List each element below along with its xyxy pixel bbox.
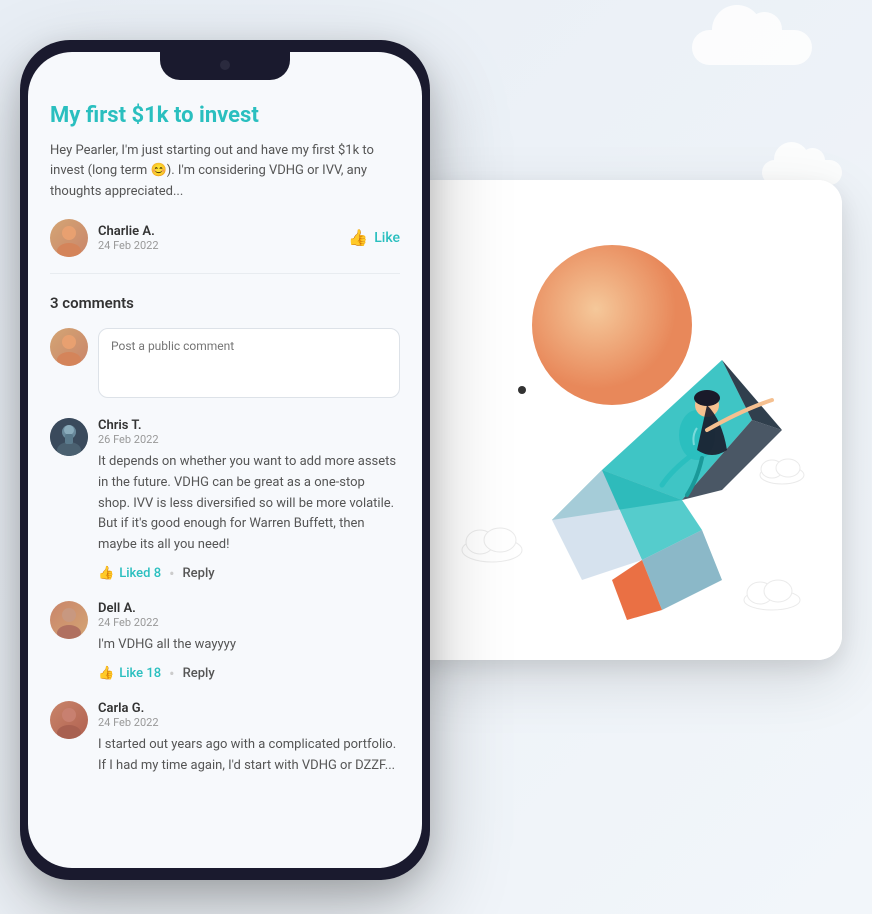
post-body: Hey Pearler, I'm just starting out and h… [50,141,400,203]
liked-label: Liked 8 [119,566,161,581]
comment-text: It depends on whether you want to add mo… [98,452,400,556]
comment-input[interactable] [98,328,400,398]
like-button[interactable]: 👍 Like [348,228,400,247]
separator: • [169,664,174,683]
comment-item: Carla G. 24 Feb 2022 I started out years… [50,701,400,785]
comment-actions: 👍 Like 18 • Reply [98,664,400,683]
comment-author: Dell A. [98,601,400,616]
comments-header: 3 comments [50,294,400,312]
author-name: Charlie A. [98,224,159,239]
avatar [50,601,88,639]
comment-item: Dell A. 24 Feb 2022 I'm VDHG all the way… [50,601,400,683]
post-meta: Charlie A. 24 Feb 2022 👍 Like [50,219,400,274]
avatar [50,418,88,456]
comment-body: Chris T. 26 Feb 2022 It depends on wheth… [98,418,400,583]
author-date: 24 Feb 2022 [98,239,159,252]
liked-button[interactable]: 👍 Liked 8 [98,566,161,581]
comment-date: 26 Feb 2022 [98,433,400,446]
reply-button[interactable]: Reply [183,566,215,581]
separator: • [169,564,174,583]
liked-label: Like 18 [119,666,161,681]
comment-author: Carla G. [98,701,400,716]
current-user-avatar [50,328,88,366]
like-label: Like [374,230,400,246]
author-details: Charlie A. 24 Feb 2022 [98,224,159,252]
avatar [50,701,88,739]
comment-text: I'm VDHG all the wayyyy [98,635,400,656]
reply-button[interactable]: Reply [183,666,215,681]
comment-body: Dell A. 24 Feb 2022 I'm VDHG all the way… [98,601,400,683]
post-author-info: Charlie A. 24 Feb 2022 [50,219,159,257]
liked-button[interactable]: 👍 Like 18 [98,666,161,681]
comment-date: 24 Feb 2022 [98,716,400,729]
phone-notch [160,52,290,80]
comment-input-area [50,328,400,398]
phone-mockup: My first $1k to invest Hey Pearler, I'm … [20,40,430,880]
post-title: My first $1k to invest [50,102,400,131]
cloud-decoration-1 [692,30,812,65]
scene: My first $1k to invest Hey Pearler, I'm … [0,0,872,914]
comment-text: I started out years ago with a complicat… [98,735,400,777]
avatar [50,219,88,257]
illustration-card [402,180,842,660]
comment-date: 24 Feb 2022 [98,616,400,629]
thumbs-up-icon: 👍 [98,666,114,681]
comment-item: Chris T. 26 Feb 2022 It depends on wheth… [50,418,400,583]
thumbs-up-icon: 👍 [348,228,368,247]
thumbs-up-icon: 👍 [98,566,114,581]
comment-actions: 👍 Liked 8 • Reply [98,564,400,583]
comment-body: Carla G. 24 Feb 2022 I started out years… [98,701,400,785]
phone-screen: My first $1k to invest Hey Pearler, I'm … [28,52,422,868]
comment-author: Chris T. [98,418,400,433]
phone-content[interactable]: My first $1k to invest Hey Pearler, I'm … [28,52,422,868]
